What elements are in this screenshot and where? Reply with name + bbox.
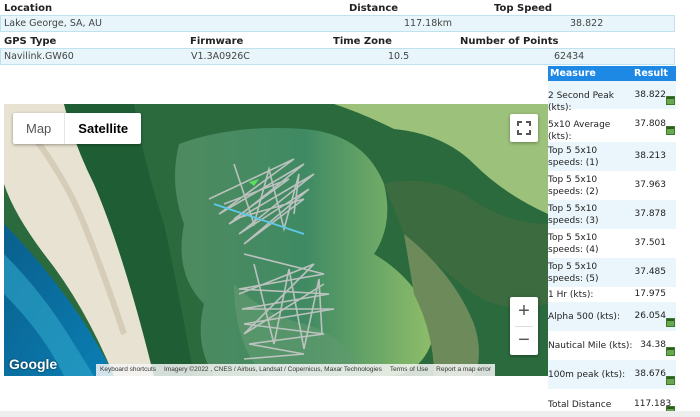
result-value: 17.975 xyxy=(634,289,667,299)
result-label: 100m peak (kts): xyxy=(548,370,626,380)
time-zone-value: 10.5 xyxy=(388,51,410,62)
location-value: Lake George, SA, AU xyxy=(4,18,103,29)
distance-value: 117.18km xyxy=(404,18,452,29)
result-row: 5x10 Average (kts): 37.808 xyxy=(548,109,676,142)
fullscreen-icon xyxy=(517,121,531,135)
result-label: 5x10 Average (kts): xyxy=(548,120,611,142)
info-values-row-1: Lake George, SA, AU 117.18km 38.822 xyxy=(0,15,675,32)
result-row: 100m peak (kts): 38.676 xyxy=(548,360,676,389)
result-label: Nautical Mile (kts): xyxy=(548,341,633,351)
report-map-error-link[interactable]: Report a map error xyxy=(432,364,496,376)
result-row: 2 Second Peak (kts): 38.822 xyxy=(548,81,676,113)
result-label: Alpha 500 (kts): xyxy=(548,312,620,322)
google-logo: Google xyxy=(9,356,58,372)
map-tab[interactable]: Map xyxy=(13,113,64,144)
zoom-divider xyxy=(515,326,533,327)
result-value: 117.183 xyxy=(634,399,672,409)
result-value: 38.213 xyxy=(634,151,667,161)
distance-header: Distance xyxy=(349,3,399,14)
result-value: 38.676 xyxy=(634,369,667,379)
satellite-map[interactable]: Map Satellite + − Google Keyboard shortc… xyxy=(4,104,548,376)
zoom-control: + − xyxy=(510,297,538,355)
satellite-tab[interactable]: Satellite xyxy=(64,113,141,144)
calendar-icon[interactable] xyxy=(666,347,675,356)
num-points-value: 62434 xyxy=(554,51,585,62)
fullscreen-button[interactable] xyxy=(510,114,538,142)
firmware-header: Firmware xyxy=(190,36,244,47)
time-zone-header: Time Zone xyxy=(333,36,392,47)
result-value: 37.485 xyxy=(634,267,667,277)
result-label: 1 Hr (kts): xyxy=(548,290,594,300)
info-header-row-2: GPS Type Firmware Time Zone Number of Po… xyxy=(0,35,675,49)
result-label: Top 5 5x10 speeds: (1) xyxy=(548,146,599,168)
result-label: Top 5 5x10 speeds: (4) xyxy=(548,233,599,255)
result-value: 34.38 xyxy=(640,340,666,350)
zoom-in-button[interactable]: + xyxy=(510,297,538,326)
result-row: Top 5 5x10 speeds: (4) 37.501 xyxy=(548,229,676,258)
result-row: Top 5 5x10 speeds: (1) 38.213 xyxy=(548,142,676,171)
top-speed-header: Top Speed xyxy=(494,3,553,14)
result-row: Top 5 5x10 speeds: (2) 37.963 xyxy=(548,171,676,200)
result-label: Top 5 5x10 speeds: (5) xyxy=(548,262,599,284)
result-row: Nautical Mile (kts): 34.38 xyxy=(548,331,676,360)
result-value: 37.808 xyxy=(634,119,667,129)
results-table: Measure Result 2 Second Peak (kts): 38.8… xyxy=(548,66,676,417)
gps-type-header: GPS Type xyxy=(4,36,57,47)
result-value: 37.963 xyxy=(634,180,667,190)
zoom-out-button[interactable]: − xyxy=(510,326,538,355)
map-attribution: Keyboard shortcuts Imagery ©2022 , CNES … xyxy=(96,364,496,376)
measure-header: Measure xyxy=(550,68,596,79)
result-label: Top 5 5x10 speeds: (2) xyxy=(548,175,599,197)
calendar-icon[interactable] xyxy=(666,126,675,135)
info-header-row-1: Location Distance Top Speed xyxy=(0,2,675,16)
keyboard-shortcuts-link[interactable]: Keyboard shortcuts xyxy=(96,364,161,376)
info-values-row-2: Navilink.GW60 V1.3A0926C 10.5 62434 xyxy=(0,48,675,65)
result-value: 38.822 xyxy=(634,90,667,100)
result-row: Alpha 500 (kts): 26.054 xyxy=(548,302,676,331)
imagery-credit: Imagery ©2022 , CNES / Airbus, Landsat /… xyxy=(160,364,386,376)
result-value: 37.501 xyxy=(634,238,667,248)
gps-type-value: Navilink.GW60 xyxy=(4,51,74,62)
calendar-icon[interactable] xyxy=(666,376,675,385)
terms-of-use-link[interactable]: Terms of Use xyxy=(385,364,433,376)
result-value: 26.054 xyxy=(634,311,667,321)
result-row: 1 Hr (kts): 17.975 xyxy=(548,287,676,302)
top-speed-value: 38.822 xyxy=(570,18,604,29)
page-footer-bar xyxy=(0,411,700,417)
result-header: Result xyxy=(634,68,668,79)
result-row: Top 5 5x10 speeds: (3) 37.878 xyxy=(548,200,676,229)
results-header: Measure Result xyxy=(548,66,676,81)
calendar-icon[interactable] xyxy=(666,96,675,105)
map-imagery xyxy=(4,104,548,376)
result-row: Top 5 5x10 speeds: (5) 37.485 xyxy=(548,258,676,287)
map-type-toggle: Map Satellite xyxy=(13,113,142,144)
page: { "info": { "row1_headers": {"location":… xyxy=(0,0,700,417)
calendar-icon[interactable] xyxy=(666,318,675,327)
location-header: Location xyxy=(4,3,53,14)
firmware-value: V1.3A0926C xyxy=(191,51,250,62)
result-value: 37.878 xyxy=(634,209,667,219)
num-points-header: Number of Points xyxy=(460,36,559,47)
result-label: Top 5 5x10 speeds: (3) xyxy=(548,204,599,226)
